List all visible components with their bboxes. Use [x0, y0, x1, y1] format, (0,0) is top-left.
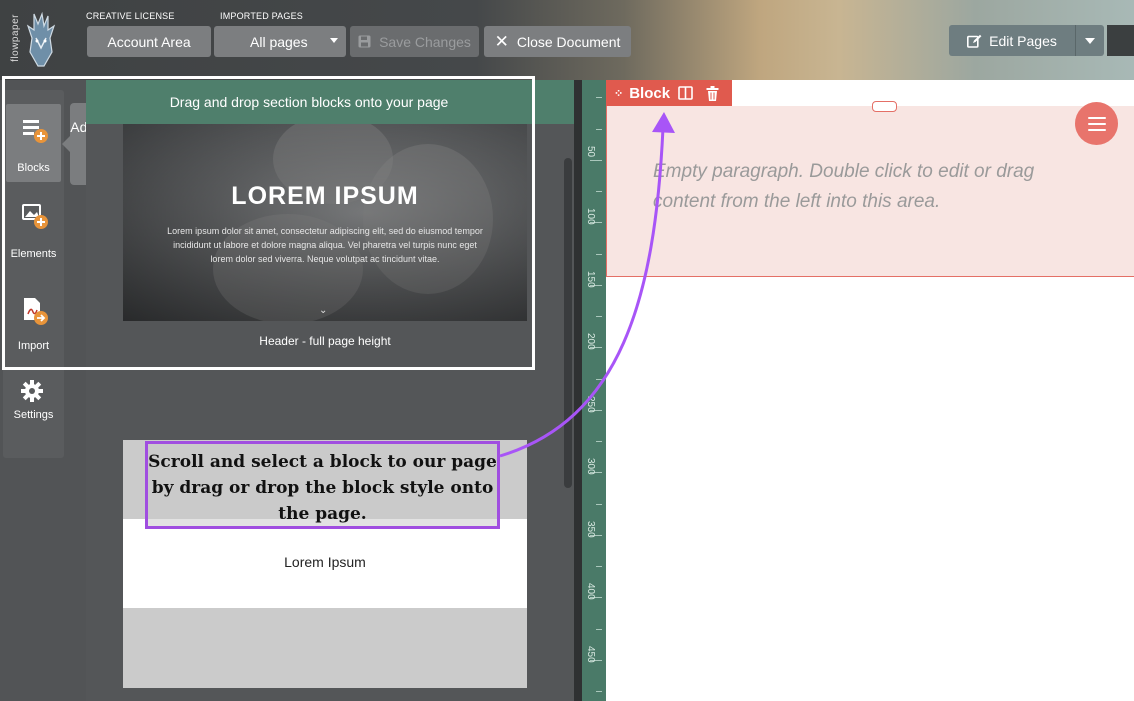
elements-icon — [22, 204, 48, 229]
chevron-down-icon: ⌄ — [319, 305, 328, 316]
block-title: Lorem Ipsum — [284, 554, 366, 570]
sidebar-item-label: Import — [17, 340, 50, 352]
sidebar-item-label: Settings — [13, 409, 54, 421]
gear-icon — [21, 380, 43, 402]
menu-bar — [1087, 122, 1106, 125]
ruler-mark: 100 — [585, 208, 596, 225]
ruler-tick — [596, 691, 602, 692]
save-changes-label: Save Changes — [379, 33, 471, 50]
imported-pages-label: IMPORTED PAGES — [220, 11, 303, 21]
pages-select-value: All pages — [250, 33, 308, 50]
panel-header-extension — [532, 80, 574, 124]
block-template-header[interactable]: LOREM IPSUM Lorem ipsum dolor sit amet, … — [123, 124, 527, 321]
ruler-tick — [596, 191, 602, 192]
edit-icon — [967, 34, 982, 48]
ruler-tick — [596, 504, 602, 505]
logo-text: flowpaper — [10, 14, 21, 62]
ruler-mark: 450 — [585, 646, 596, 663]
ruler-tick — [596, 629, 602, 630]
sidebar: Blocks Elements Import Settings — [3, 90, 64, 458]
block-label: Block — [629, 84, 671, 102]
ruler-mark: 200 — [585, 333, 596, 350]
import-icon — [24, 298, 48, 325]
annotation-callout: Scroll and select a block to our page by… — [145, 441, 500, 529]
edit-pages-button[interactable]: Edit Pages — [949, 25, 1075, 56]
ruler-mark: 250 — [585, 396, 596, 413]
close-document-button[interactable]: ✕ Close Document — [484, 26, 631, 57]
menu-bar — [1087, 128, 1106, 131]
sidebar-item-settings[interactable]: Settings — [6, 373, 61, 451]
toolbar-end-cap — [1107, 25, 1134, 56]
edit-pages-button-group: Edit Pages — [949, 25, 1104, 56]
ruler-tick — [596, 254, 602, 255]
license-label: CREATIVE LICENSE — [86, 11, 175, 21]
block-toolbar: ⁘ Block — [606, 80, 732, 106]
menu-bar — [1087, 116, 1106, 119]
block-body-text: Lorem ipsum dolor sit amet, consectetur … — [167, 226, 483, 264]
close-icon: ✕ — [494, 31, 509, 51]
ruler-scroll-strip — [574, 80, 582, 701]
ruler-mark: 400 — [585, 583, 596, 600]
caret-down-icon — [1085, 37, 1095, 44]
deer-logo-icon — [26, 11, 56, 67]
ruler-tick — [596, 316, 602, 317]
block-resize-handle[interactable] — [872, 101, 897, 112]
drag-handle-icon[interactable]: ⁘ — [614, 87, 623, 100]
panel-header: Drag and drop section blocks onto your p… — [86, 80, 532, 124]
blocks-icon — [23, 120, 48, 143]
ruler-tick — [590, 160, 602, 161]
save-changes-button[interactable]: Save Changes — [350, 26, 479, 57]
block-title: LOREM IPSUM — [231, 182, 419, 210]
ruler-mark: 150 — [585, 271, 596, 288]
empty-paragraph-placeholder[interactable]: Empty paragraph. Double click to edit or… — [653, 157, 1083, 217]
ruler-mark: 50 — [585, 146, 596, 158]
sidebar-item-import[interactable]: Import — [6, 282, 61, 360]
columns-icon[interactable] — [678, 86, 693, 100]
account-area-button[interactable]: Account Area — [87, 26, 211, 57]
ruler-tick — [596, 566, 602, 567]
floppy-disk-icon — [358, 35, 371, 48]
sidebar-item-label: Elements — [10, 248, 57, 260]
ruler-tick — [596, 379, 602, 380]
chevron-down-icon — [330, 38, 338, 43]
sidebar-item-label: Blocks — [17, 162, 50, 174]
hamburger-menu-icon[interactable] — [1075, 102, 1118, 145]
ruler-tick — [596, 441, 602, 442]
edit-pages-label: Edit Pages — [989, 32, 1057, 49]
panel-scrollbar[interactable] — [564, 158, 572, 488]
ruler-tick — [596, 97, 602, 98]
ruler-tick — [596, 129, 602, 130]
sidebar-item-elements[interactable]: Elements — [6, 190, 61, 268]
ruler-mark: 350 — [585, 521, 596, 538]
sidebar-item-blocks[interactable]: Blocks — [6, 104, 61, 182]
pages-select[interactable]: All pages — [214, 26, 346, 57]
block-caption: Header - full page height — [259, 334, 391, 348]
ruler-mark: 300 — [585, 458, 596, 475]
account-area-label: Account Area — [107, 33, 191, 50]
trash-icon[interactable] — [706, 85, 719, 101]
photo-overlay — [123, 124, 527, 321]
close-document-label: Close Document — [516, 33, 621, 50]
top-toolbar: flowpaper CREATIVE LICENSE IMPORTED PAGE… — [0, 0, 1134, 80]
edit-pages-dropdown[interactable] — [1076, 25, 1104, 56]
